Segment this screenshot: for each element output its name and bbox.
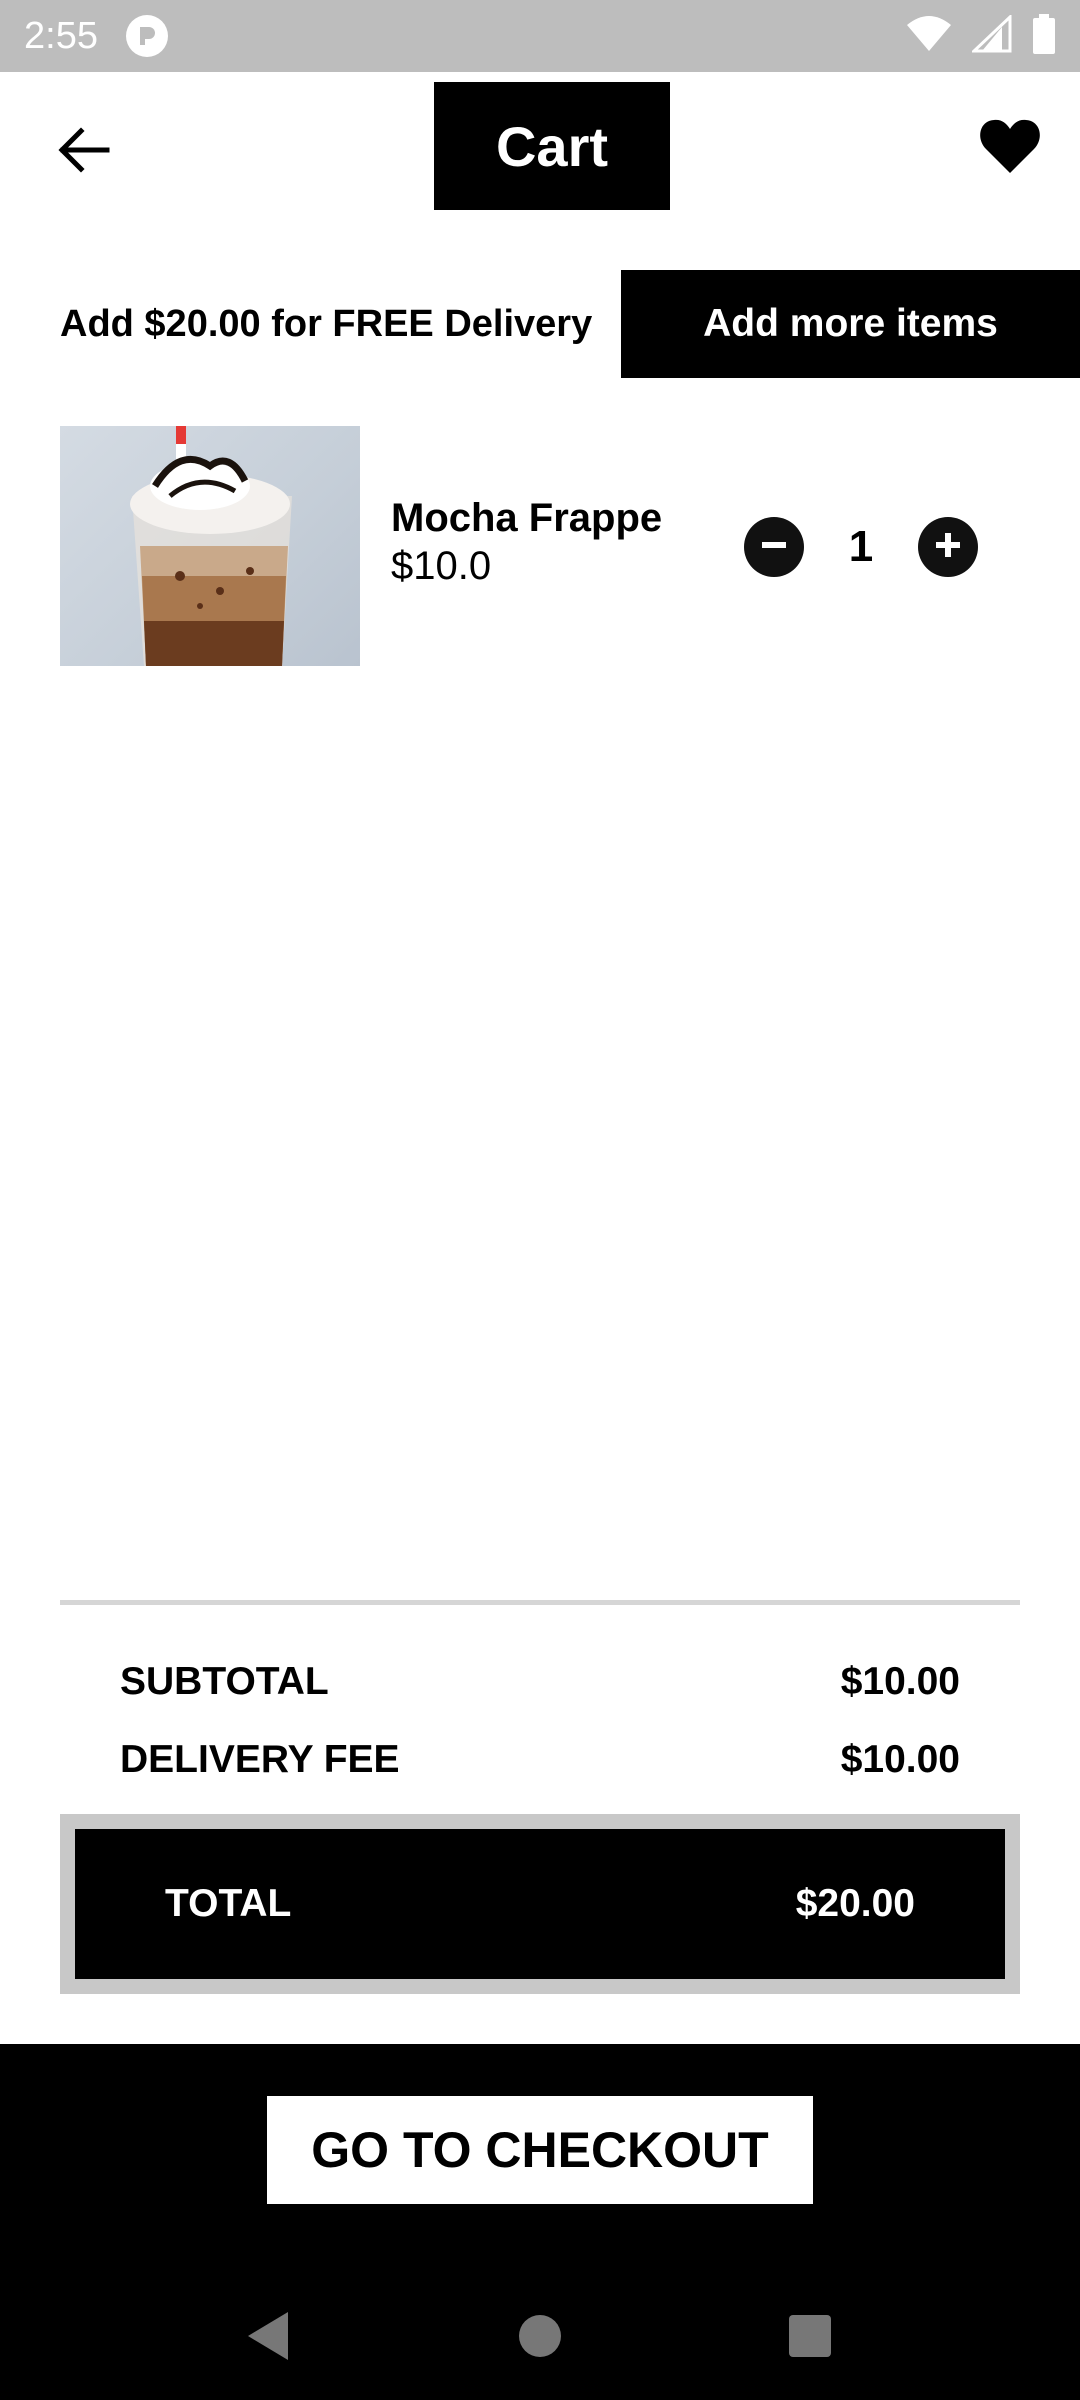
go-to-checkout-button[interactable]: GO TO CHECKOUT <box>267 2096 813 2204</box>
delivery-fee-value: $10.00 <box>840 1738 960 1781</box>
summary-divider <box>60 1600 1020 1605</box>
status-right <box>906 13 1056 59</box>
nav-home-button[interactable] <box>508 2306 572 2370</box>
bottom-area: GO TO CHECKOUT <box>0 2044 1080 2400</box>
item-name: Mocha Frappe <box>391 496 663 540</box>
nav-home-icon <box>517 2313 563 2364</box>
decrease-quantity-button[interactable] <box>744 517 804 577</box>
system-nav-bar <box>0 2276 1080 2400</box>
app-notification-icon <box>125 15 168 57</box>
item-price: $10.0 <box>391 544 492 588</box>
total-label: TOTAL <box>165 1882 292 1925</box>
minus-icon <box>759 530 789 565</box>
subtotal-value: $10.00 <box>840 1660 960 1703</box>
mocha-frappe-image <box>60 426 360 666</box>
free-delivery-message: Add $20.00 for FREE Delivery <box>60 302 593 345</box>
arrow-left-icon <box>57 126 111 178</box>
status-time: 2:55 <box>24 14 98 57</box>
page-title: Cart <box>434 82 670 210</box>
nav-recents-icon <box>787 2313 833 2364</box>
free-delivery-banner: Add $20.00 for FREE Delivery Add more it… <box>60 270 1080 378</box>
quantity-value: 1 <box>848 522 874 571</box>
delivery-fee-label: DELIVERY FEE <box>120 1738 400 1781</box>
subtotal-label: SUBTOTAL <box>120 1660 329 1703</box>
wifi-icon <box>906 15 952 58</box>
back-button[interactable] <box>52 120 116 184</box>
nav-recents-button[interactable] <box>778 2306 842 2370</box>
battery-icon <box>1032 13 1056 59</box>
add-more-items-button[interactable]: Add more items <box>621 270 1080 378</box>
status-bar: 2:55 <box>0 0 1080 72</box>
app-bar: Cart <box>0 72 1080 224</box>
favorites-button[interactable] <box>974 112 1046 184</box>
total-row: TOTAL $20.00 <box>75 1829 1005 1979</box>
page-title-text: Cart <box>495 114 609 178</box>
plus-icon <box>933 530 963 565</box>
cell-signal-icon <box>970 13 1012 58</box>
cart-item: Mocha Frappe $10.0 1 <box>60 426 1020 666</box>
total-box: TOTAL $20.00 <box>60 1814 1020 1994</box>
status-left: 2:55 <box>24 15 168 58</box>
increase-quantity-button[interactable] <box>918 517 978 577</box>
total-value: $20.00 <box>795 1882 915 1925</box>
nav-back-button[interactable] <box>236 2306 300 2370</box>
subtotal-row: SUBTOTAL $10.00 <box>120 1652 960 1712</box>
heart-icon <box>979 118 1041 179</box>
delivery-fee-row: DELIVERY FEE $10.00 <box>120 1730 960 1790</box>
nav-back-icon <box>244 2310 292 2367</box>
